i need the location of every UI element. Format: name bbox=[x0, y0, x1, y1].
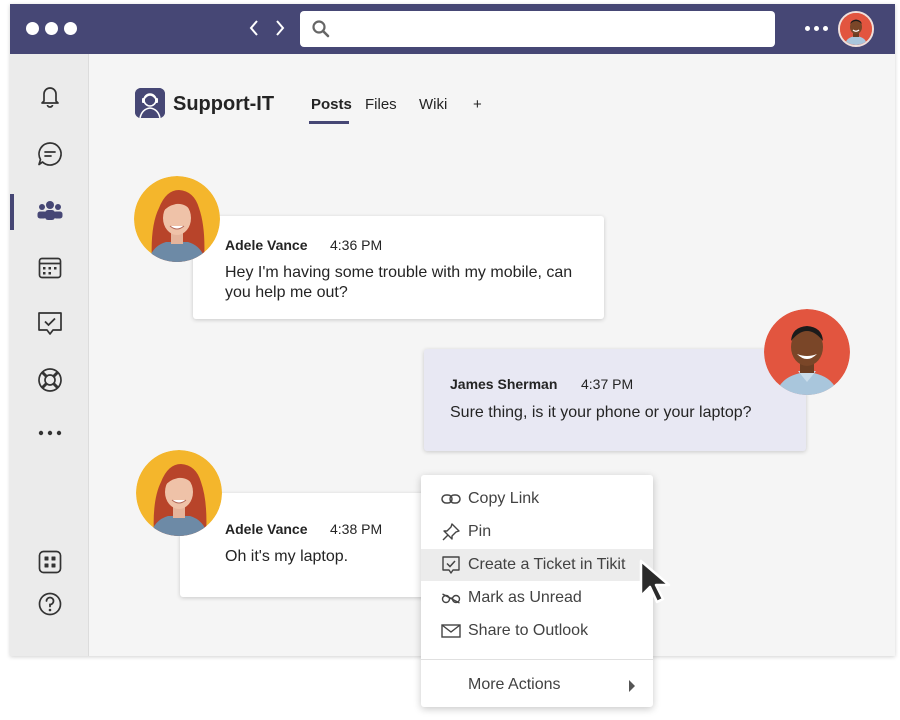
message-author: Adele Vance bbox=[225, 237, 308, 253]
glasses-icon bbox=[441, 588, 461, 608]
menu-item-label: Share to Outlook bbox=[468, 622, 589, 639]
chevron-right-icon bbox=[628, 679, 636, 697]
avatar[interactable] bbox=[134, 176, 220, 262]
message-time: 4:37 PM bbox=[581, 376, 634, 392]
menu-item-label: Pin bbox=[468, 523, 492, 540]
menu-item-mark-unread[interactable]: Mark as Unread bbox=[421, 582, 653, 614]
menu-item-share-outlook[interactable]: Share to Outlook bbox=[421, 615, 653, 647]
window-dot[interactable] bbox=[26, 22, 39, 35]
apps-icon bbox=[37, 549, 63, 580]
user-avatar[interactable] bbox=[838, 11, 874, 47]
window-dot[interactable] bbox=[45, 22, 58, 35]
message-card[interactable]: Adele Vance 4:36 PM Hey I'm having some … bbox=[193, 216, 604, 319]
menu-item-label: Mark as Unread bbox=[468, 589, 582, 606]
message-author: James Sherman bbox=[450, 376, 558, 392]
tab-files[interactable]: Files bbox=[365, 96, 397, 113]
back-arrow-icon[interactable] bbox=[246, 16, 262, 40]
team-avatar-icon bbox=[135, 88, 165, 118]
message-text: Hey I'm having some trouble with my mobi… bbox=[225, 264, 573, 301]
tasks-icon bbox=[36, 310, 64, 343]
search-input[interactable] bbox=[340, 15, 760, 43]
rail-support[interactable] bbox=[10, 362, 89, 402]
menu-item-more-actions[interactable]: More Actions bbox=[421, 669, 653, 701]
app-rail bbox=[10, 54, 89, 656]
message-author: Adele Vance bbox=[225, 521, 308, 537]
forward-arrow-icon[interactable] bbox=[272, 16, 288, 40]
message-time: 4:36 PM bbox=[330, 237, 383, 253]
history-navigation bbox=[246, 16, 288, 40]
channel-name: Support-IT bbox=[173, 93, 275, 115]
add-tab-button[interactable]: + bbox=[473, 96, 482, 113]
menu-item-copy-link[interactable]: Copy Link bbox=[421, 483, 653, 515]
help-icon bbox=[37, 591, 63, 622]
menu-item-label: Copy Link bbox=[468, 490, 540, 507]
calendar-icon bbox=[37, 255, 63, 286]
message-text: Oh it's my laptop. bbox=[225, 548, 349, 565]
pin-icon bbox=[441, 522, 461, 542]
ticket-icon bbox=[441, 555, 461, 575]
link-icon bbox=[441, 489, 461, 509]
menu-item-label: More Actions bbox=[468, 676, 561, 693]
more-icon bbox=[38, 423, 62, 441]
menu-item-create-ticket[interactable]: Create a Ticket in Tikit bbox=[421, 549, 653, 581]
teams-icon bbox=[35, 197, 65, 228]
rail-activity[interactable] bbox=[10, 78, 89, 118]
tab-active-underline bbox=[309, 121, 349, 124]
avatar[interactable] bbox=[136, 450, 222, 536]
message-context-menu: Copy Link Pin Create a Ticket in Tikit M… bbox=[421, 475, 653, 707]
rail-more[interactable] bbox=[10, 412, 89, 452]
message-text: Sure thing, is it your phone or your lap… bbox=[450, 404, 752, 421]
menu-divider bbox=[421, 659, 653, 660]
tab-posts[interactable]: Posts bbox=[311, 96, 352, 113]
avatar[interactable] bbox=[764, 309, 850, 395]
more-options-icon[interactable] bbox=[805, 26, 828, 31]
search-box[interactable] bbox=[300, 11, 775, 47]
bell-icon bbox=[37, 83, 63, 114]
rail-calendar[interactable] bbox=[10, 250, 89, 290]
rail-apps[interactable] bbox=[10, 544, 89, 584]
mail-icon bbox=[441, 621, 461, 641]
title-bar bbox=[10, 4, 895, 54]
rail-tasks[interactable] bbox=[10, 306, 89, 346]
mouse-cursor-icon bbox=[638, 558, 678, 606]
message-card[interactable]: James Sherman 4:37 PM Sure thing, is it … bbox=[424, 349, 806, 451]
menu-item-pin[interactable]: Pin bbox=[421, 516, 653, 548]
window-dot[interactable] bbox=[64, 22, 77, 35]
lifebuoy-icon bbox=[36, 366, 64, 399]
menu-item-label: Create a Ticket in Tikit bbox=[468, 556, 626, 573]
tab-wiki[interactable]: Wiki bbox=[419, 96, 447, 113]
message-time: 4:38 PM bbox=[330, 521, 383, 537]
rail-teams[interactable] bbox=[10, 192, 89, 232]
rail-help[interactable] bbox=[10, 586, 89, 626]
rail-chat[interactable] bbox=[10, 136, 89, 176]
search-icon bbox=[312, 20, 330, 43]
window-controls[interactable] bbox=[26, 22, 77, 35]
chat-icon bbox=[36, 140, 64, 173]
